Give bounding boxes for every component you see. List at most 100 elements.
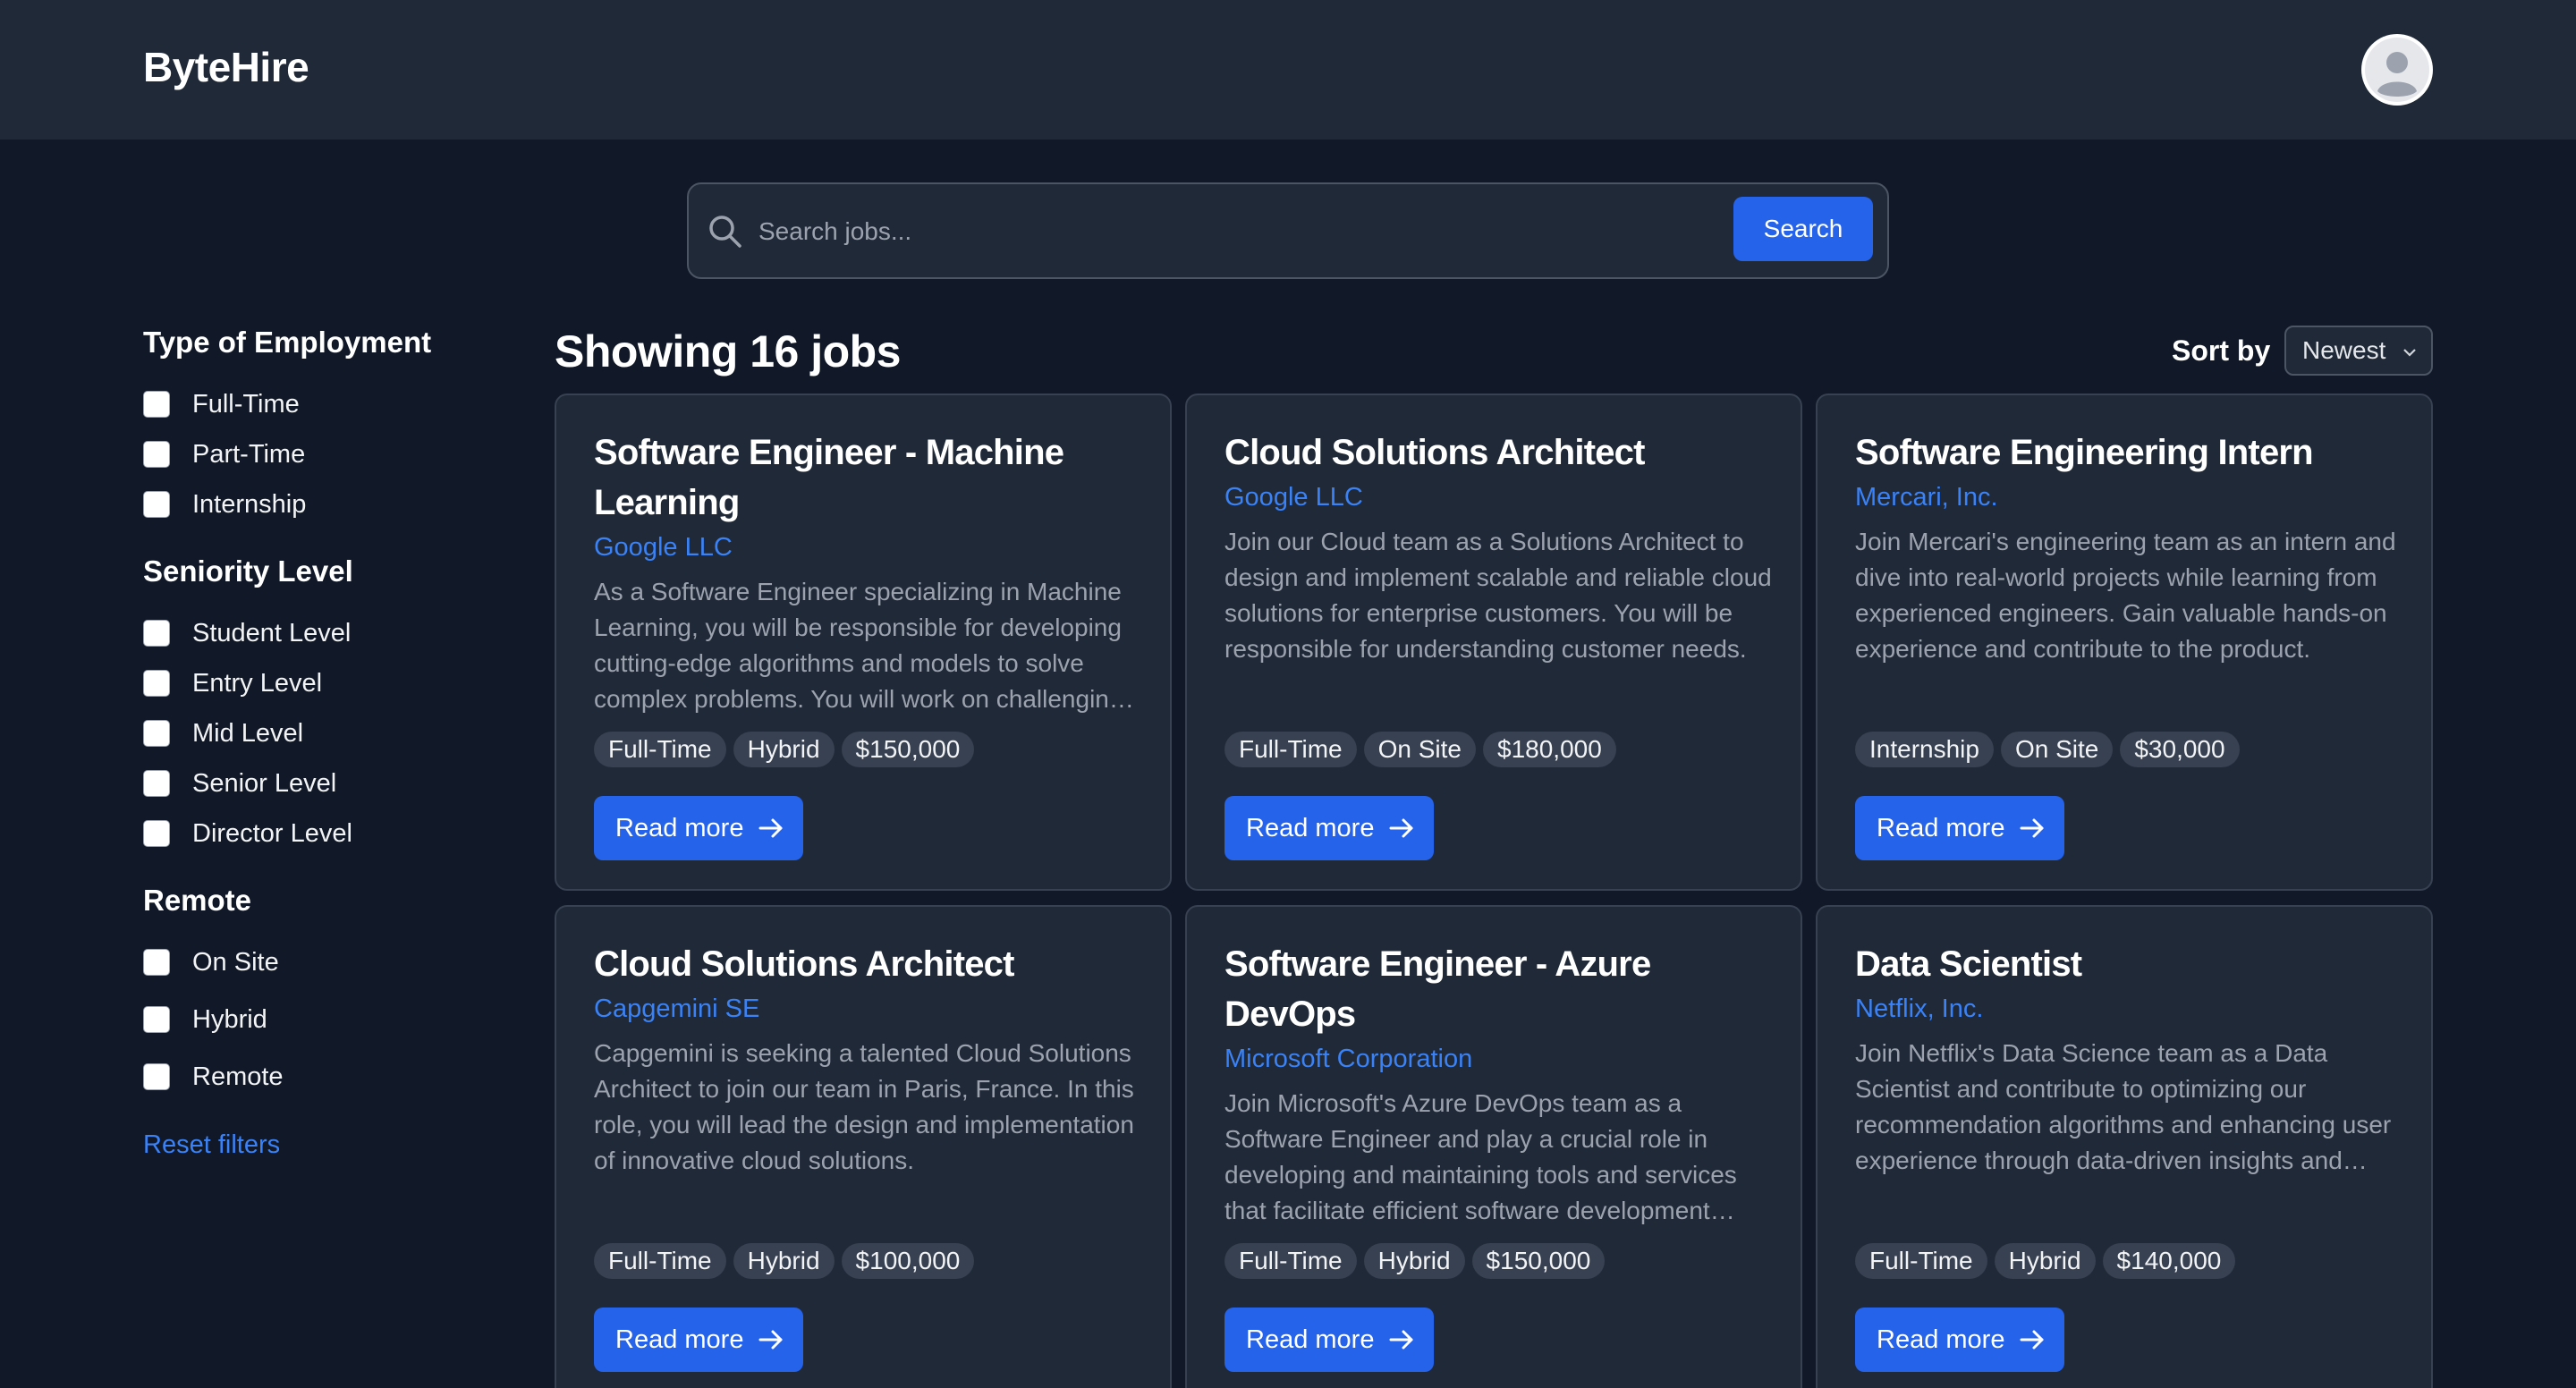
job-title[interactable]: Cloud Solutions Architect (1224, 427, 1779, 478)
salary-badge: $150,000 (1471, 1243, 1606, 1279)
read-more-label: Read more (1877, 1325, 2005, 1354)
filter-senior-level[interactable]: Senior Level (143, 766, 336, 801)
job-description: Join our Cloud team as a Solutions Archi… (1224, 528, 1772, 663)
job-tags: Full-Time Hybrid $100,000 (594, 1243, 975, 1279)
job-company[interactable]: Capgemini SE (594, 994, 1148, 1024)
read-more-button[interactable]: Read more (1855, 796, 2064, 860)
employment-type-badge: Full-Time (1224, 732, 1357, 767)
read-more-button[interactable]: Read more (594, 1308, 803, 1372)
search-bar: Search (687, 182, 1889, 279)
remote-type-badge: Hybrid (1994, 1243, 2096, 1279)
reset-filters-link[interactable]: Reset filters (143, 1130, 280, 1160)
chevron-down-icon (2403, 349, 2416, 357)
checkbox[interactable] (143, 770, 170, 797)
sort-label: Sort by (2172, 334, 2271, 367)
read-more-label: Read more (1877, 813, 2005, 842)
checkbox[interactable] (143, 620, 170, 647)
employment-type-badge: Full-Time (594, 1243, 726, 1279)
filter-label: Internship (192, 489, 307, 519)
job-company[interactable]: Google LLC (594, 533, 1148, 563)
job-card[interactable]: Software Engineering Intern Mercari, Inc… (1816, 394, 2433, 891)
remote-type-badge: Hybrid (733, 732, 835, 767)
search-button[interactable]: Search (1733, 197, 1873, 261)
filter-director-level[interactable]: Director Level (143, 816, 352, 851)
read-more-button[interactable]: Read more (1224, 796, 1434, 860)
arrow-right-icon (2020, 1330, 2044, 1350)
job-company[interactable]: Mercari, Inc. (1855, 483, 2410, 512)
filter-label: Full-Time (192, 389, 300, 419)
job-card[interactable]: Cloud Solutions Architect Google LLC Joi… (1185, 394, 1802, 891)
job-description: Join Mercari's engineering team as an in… (1855, 528, 2396, 663)
salary-badge: $100,000 (841, 1243, 975, 1279)
job-title[interactable]: Data Scientist (1855, 939, 2410, 989)
employment-type-badge: Full-Time (1224, 1243, 1357, 1279)
job-card[interactable]: Data Scientist Netflix, Inc. Join Netfli… (1816, 905, 2433, 1388)
remote-filter-title: Remote (143, 884, 252, 917)
job-title[interactable]: Software Engineer - Machine Learning (594, 427, 1148, 528)
salary-badge: $150,000 (841, 732, 975, 767)
job-tags: Full-Time Hybrid $140,000 (1855, 1243, 2236, 1279)
job-card[interactable]: Software Engineer - Azure DevOps Microso… (1185, 905, 1802, 1388)
filter-mid-level[interactable]: Mid Level (143, 715, 303, 751)
read-more-label: Read more (1246, 1325, 1375, 1354)
job-title[interactable]: Cloud Solutions Architect (594, 939, 1148, 989)
job-description: Join Microsoft's Azure DevOps team as a … (1224, 1089, 1737, 1224)
read-more-button[interactable]: Read more (1855, 1308, 2064, 1372)
job-description: Capgemini is seeking a talented Cloud So… (594, 1039, 1134, 1174)
read-more-button[interactable]: Read more (594, 796, 803, 860)
job-company[interactable]: Netflix, Inc. (1855, 994, 2410, 1024)
remote-type-badge: On Site (2000, 732, 2114, 767)
checkbox[interactable] (143, 1063, 170, 1090)
salary-badge: $180,000 (1483, 732, 1616, 767)
arrow-right-icon (758, 1330, 783, 1350)
checkbox[interactable] (143, 441, 170, 468)
checkbox[interactable] (143, 491, 170, 518)
filter-label: Senior Level (192, 768, 337, 798)
job-title[interactable]: Software Engineering Intern (1855, 427, 2410, 478)
job-description: Join Netflix's Data Science team as a Da… (1855, 1039, 2392, 1174)
job-title[interactable]: Software Engineer - Azure DevOps (1224, 939, 1779, 1039)
sort-select[interactable]: Newest (2284, 326, 2433, 376)
arrow-right-icon (2020, 818, 2044, 838)
checkbox[interactable] (143, 820, 170, 847)
filter-remote[interactable]: Remote (143, 1059, 284, 1095)
search-icon (709, 216, 741, 248)
checkbox[interactable] (143, 720, 170, 747)
user-avatar-icon[interactable] (2361, 34, 2433, 106)
read-more-label: Read more (615, 1325, 744, 1354)
filter-label: Hybrid (192, 1004, 267, 1034)
checkbox[interactable] (143, 949, 170, 976)
filter-on-site[interactable]: On Site (143, 944, 279, 980)
filter-student-level[interactable]: Student Level (143, 615, 351, 651)
employment-type-badge: Internship (1855, 732, 1994, 767)
arrow-right-icon (1389, 1330, 1413, 1350)
filter-part-time[interactable]: Part-Time (143, 436, 305, 472)
filter-entry-level[interactable]: Entry Level (143, 665, 322, 701)
remote-type-badge: Hybrid (1363, 1243, 1465, 1279)
job-description: As a Software Engineer specializing in M… (594, 578, 1123, 713)
filter-label: Remote (192, 1062, 284, 1091)
checkbox[interactable] (143, 670, 170, 697)
job-company[interactable]: Google LLC (1224, 483, 1779, 512)
filter-label: Entry Level (192, 668, 323, 698)
filter-internship[interactable]: Internship (143, 487, 306, 522)
read-more-button[interactable]: Read more (1224, 1308, 1434, 1372)
results-heading: Showing 16 jobs (555, 326, 901, 377)
brand-logo-text[interactable]: ByteHire (143, 43, 309, 91)
employment-filter-title: Type of Employment (143, 326, 432, 359)
employment-type-badge: Full-Time (594, 732, 726, 767)
search-input[interactable] (758, 200, 1689, 263)
filter-full-time[interactable]: Full-Time (143, 386, 300, 422)
remote-type-badge: On Site (1363, 732, 1477, 767)
checkbox[interactable] (143, 1006, 170, 1033)
top-navbar: ByteHire (0, 0, 2576, 140)
salary-badge: $30,000 (2120, 732, 2240, 767)
filter-hybrid[interactable]: Hybrid (143, 1002, 267, 1037)
job-card[interactable]: Software Engineer - Machine Learning Goo… (555, 394, 1172, 891)
job-tags: Full-Time On Site $180,000 (1224, 732, 1616, 767)
checkbox[interactable] (143, 391, 170, 418)
read-more-label: Read more (1246, 813, 1375, 842)
filter-label: Mid Level (192, 718, 304, 748)
job-card[interactable]: Cloud Solutions Architect Capgemini SE C… (555, 905, 1172, 1388)
job-company[interactable]: Microsoft Corporation (1224, 1045, 1779, 1074)
